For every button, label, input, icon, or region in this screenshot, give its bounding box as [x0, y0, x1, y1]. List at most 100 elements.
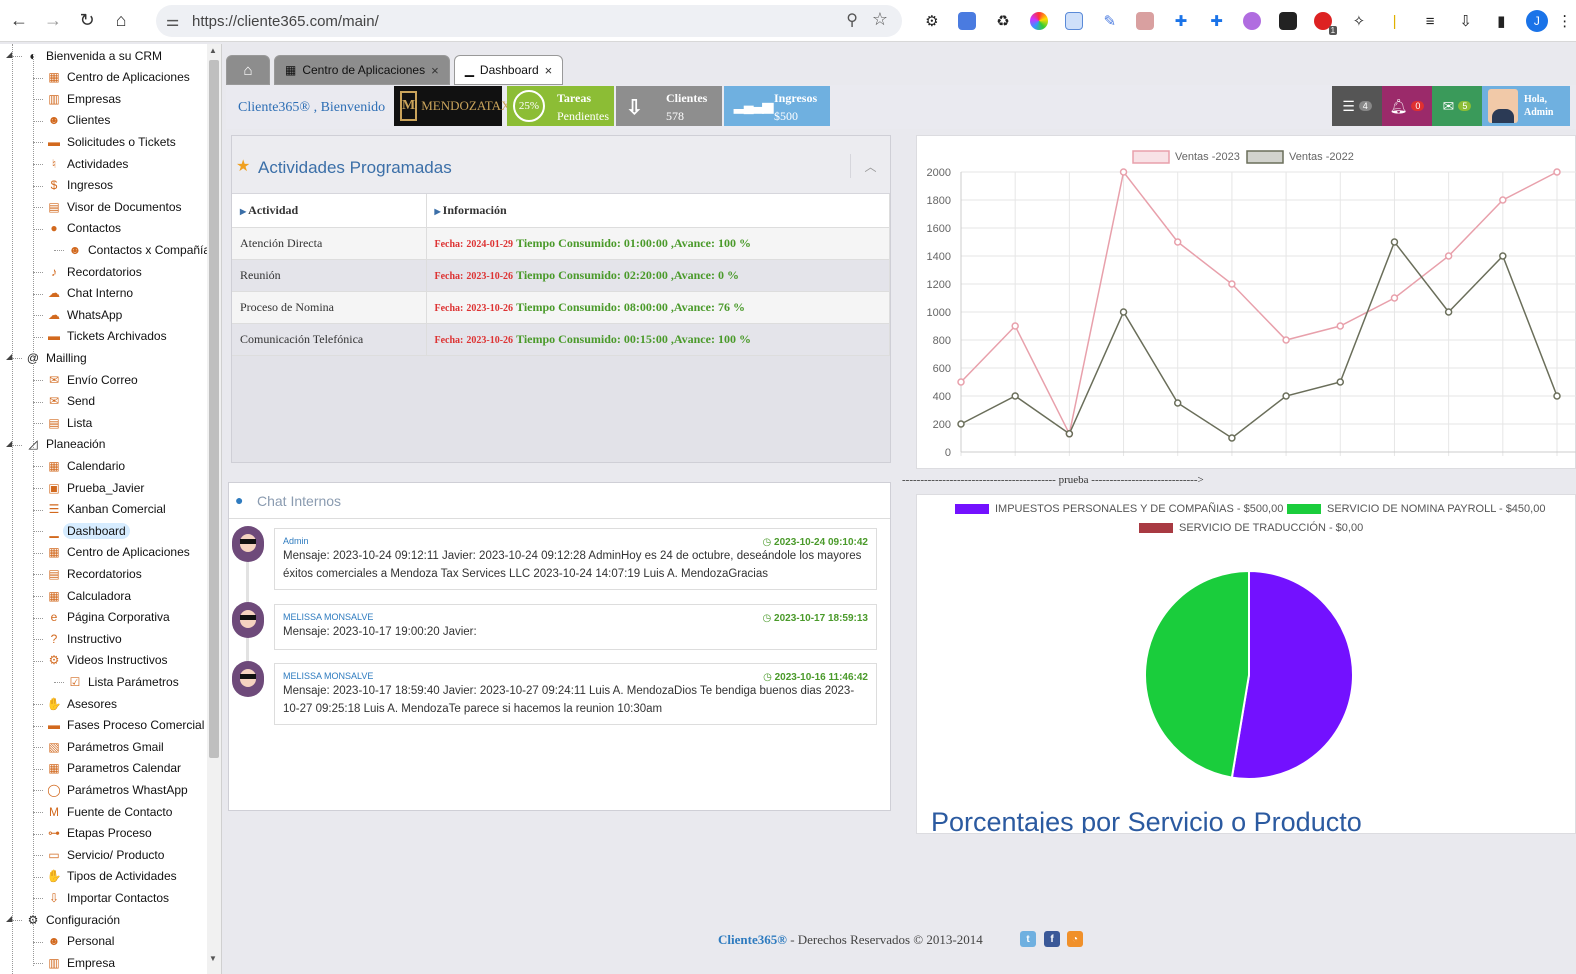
sidebar-item[interactable]: ▭ Servicio/ Producto	[47, 844, 164, 865]
sidebar-item[interactable]: ☁ WhatsApp	[47, 304, 122, 325]
home-icon[interactable]: ⌂	[106, 6, 136, 36]
sidebar-item[interactable]: ✋ Asesores	[47, 693, 118, 714]
extension-puzzle-blue2-icon[interactable]: ✚	[1199, 7, 1235, 35]
browser-menu-icon[interactable]: ⋮	[1555, 7, 1575, 35]
sidebar-item[interactable]: ☻ Clientes	[47, 110, 111, 131]
ingresos-tile[interactable]: ▂▄▃▅ Ingresos $500	[724, 86, 830, 126]
sidebar-item[interactable]: ☻ Contactos x Compañía	[68, 239, 210, 260]
sidebar-item[interactable]: ▦ Calculadora	[47, 585, 131, 606]
pie-slice[interactable]	[1230, 569, 1354, 780]
back-arrow-icon[interactable]: ←	[4, 6, 34, 36]
sidebar-item[interactable]: ▥ Empresa	[47, 952, 115, 973]
sidebar-item[interactable]: ☁ Chat Interno	[47, 283, 133, 304]
scroll-up-arrow-icon[interactable]: ▲	[209, 46, 217, 55]
alerts-button[interactable]: 🔔︎ 0	[1382, 86, 1432, 126]
side-panel-icon[interactable]: ▮	[1484, 7, 1520, 35]
extensions-puzzle-icon[interactable]: ✧	[1341, 7, 1377, 35]
extension-recycle-icon[interactable]: ♻	[985, 7, 1021, 35]
extension-puzzle-blue-icon[interactable]: ✚	[1163, 7, 1199, 35]
user-menu[interactable]: Hola, Admin	[1482, 86, 1570, 126]
sidebar-item[interactable]: ◐ Bienvenida a su CRM	[26, 45, 162, 66]
facebook-icon[interactable]: f	[1044, 931, 1060, 947]
sidebar-item[interactable]: ☻ Personal	[47, 931, 115, 952]
sidebar-item[interactable]: ▣ Prueba_Javier	[47, 477, 144, 498]
column-header-activity[interactable]: ▶ Actividad	[232, 194, 427, 228]
sidebar-item[interactable]: ✉ Send	[47, 391, 95, 412]
collapse-chevron-up-icon[interactable]: ︿	[850, 154, 890, 178]
extension-record-icon[interactable]: 1	[1306, 7, 1342, 35]
sidebar-item[interactable]: ▦ Parametros Calendar	[47, 758, 181, 779]
sidebar-item[interactable]: ◿ Planeación	[26, 434, 105, 455]
table-row[interactable]: Reunión Fecha: 2023-10-26 Tiempo Consumid…	[232, 259, 890, 292]
footer-brand[interactable]: Cliente365®	[718, 932, 787, 947]
sidebar-item[interactable]: ▁ Dashboard	[47, 520, 130, 541]
address-bar[interactable]: ⚌ https://cliente365.com/main/ ⚲ ☆	[156, 5, 902, 37]
rss-icon[interactable]: ◔	[1067, 931, 1083, 947]
bookmark-star-icon[interactable]: ☆	[872, 9, 888, 30]
forward-arrow-icon[interactable]: →	[38, 6, 68, 36]
download-icon[interactable]: ⇩	[1448, 7, 1484, 35]
sidebar-item[interactable]: ▥ Empresas	[47, 88, 121, 109]
sidebar-item[interactable]: $ Ingresos	[47, 175, 113, 196]
sidebar-item[interactable]: ☑ Lista Parámetros	[68, 671, 179, 692]
sidebar-item[interactable]: ▬ Solicitudes o Tickets	[47, 131, 176, 152]
close-icon[interactable]: ×	[545, 63, 553, 78]
tab-home[interactable]: ⌂	[226, 55, 270, 85]
sidebar-item[interactable]: ⊶ Etapas Proceso	[47, 823, 152, 844]
close-icon[interactable]: ×	[431, 63, 439, 78]
pie-slice[interactable]	[1144, 569, 1250, 779]
sidebar-item[interactable]: ♮ Actividades	[47, 153, 129, 174]
tasks-button[interactable]: ☰ 4	[1332, 86, 1382, 126]
sidebar-item[interactable]: ✋ Tipos de Actividades	[47, 866, 177, 887]
table-row[interactable]: Comunicación Telefónica Fecha: 2023-10-26…	[232, 323, 890, 356]
extension-document-icon[interactable]	[1056, 7, 1092, 35]
extension-color-icon[interactable]	[1021, 7, 1057, 35]
sidebar-item[interactable]: ▦ Centro de Aplicaciones	[47, 67, 189, 88]
sidebar-item[interactable]: ▬ Fases Proceso Comercial	[47, 715, 204, 736]
reload-icon[interactable]: ↻	[72, 6, 102, 36]
tab-centro-aplicaciones[interactable]: ▦ Centro de Aplicaciones ×	[274, 55, 450, 85]
sidebar-item[interactable]: ⚙ Configuración	[26, 909, 120, 930]
sidebar-item[interactable]: ♪ Recordatorios	[47, 261, 142, 282]
reading-list-icon[interactable]: ≡	[1412, 7, 1448, 35]
chat-message[interactable]: MELISSA MONSALVE ◷ 2023-10-17 18:59:13 Men…	[274, 604, 877, 650]
extension-z-icon[interactable]	[1270, 7, 1306, 35]
sidebar-item[interactable]: ◯ Parámetros WhastApp	[47, 779, 187, 800]
sidebar-item[interactable]: e Página Corporativa	[47, 607, 170, 628]
table-row[interactable]: Atención Directa Fecha: 2024-01-29 Tiempo…	[232, 227, 890, 260]
sidebar-item[interactable]: ▤ Recordatorios	[47, 563, 141, 584]
sidebar-item[interactable]: ⇩ Importar Contactos	[47, 887, 169, 908]
sidebar-item[interactable]: ⚙ Videos Instructivos	[47, 650, 168, 671]
sidebar-item[interactable]: M Fuente de Contacto	[47, 801, 172, 822]
sidebar-item[interactable]: ? Instructivo	[47, 628, 122, 649]
sidebar-item[interactable]: ▬ Tickets Archivados	[47, 326, 167, 347]
extension-clip-icon[interactable]: ✎	[1092, 7, 1128, 35]
zoom-icon[interactable]: ⚲	[846, 10, 858, 30]
twitter-icon[interactable]: t	[1020, 931, 1036, 947]
table-row[interactable]: Proceso de Nomina Fecha: 2023-10-26 Tiemp…	[232, 291, 890, 324]
extension-gear-icon[interactable]: ⚙	[914, 7, 950, 35]
sidebar-item[interactable]: ▧ Parámetros Gmail	[47, 736, 163, 757]
profile-avatar[interactable]: J	[1519, 7, 1555, 35]
sidebar-item[interactable]: ● Contactos	[47, 218, 121, 239]
tab-dashboard[interactable]: ▁ Dashboard ×	[453, 55, 564, 85]
sidebar-item[interactable]: ▤ Lista	[47, 412, 92, 433]
chat-message[interactable]: MELISSA MONSALVE ◷ 2023-10-16 11:46:42 Men…	[274, 663, 877, 725]
sidebar-item[interactable]: ☰ Kanban Comercial	[47, 499, 166, 520]
sidebar-item[interactable]: @ Mailling	[26, 347, 87, 368]
sidebar-item[interactable]: ▦ Calendario	[47, 455, 125, 476]
tareas-tile[interactable]: 25% Tareas Pendientes	[507, 86, 614, 126]
extension-translate-icon[interactable]	[950, 7, 986, 35]
chat-message[interactable]: Admin ◷ 2023-10-24 09:10:42 Mensaje: 2023-…	[274, 528, 877, 590]
sidebar-item[interactable]: ▦ Centro de Aplicaciones	[47, 542, 189, 563]
scroll-down-arrow-icon[interactable]: ▼	[209, 954, 217, 963]
extension-image-icon[interactable]	[1128, 7, 1164, 35]
sidebar-item[interactable]: ▤ Visor de Documentos	[47, 196, 181, 217]
column-header-info[interactable]: ▶ Información	[426, 194, 890, 228]
sidebar-scrollbar-thumb[interactable]	[209, 60, 219, 758]
site-settings-icon[interactable]: ⚌	[166, 12, 179, 30]
sidebar-item[interactable]: ✉ Envío Correo	[47, 369, 138, 390]
mail-button[interactable]: ✉ 5	[1432, 86, 1482, 126]
extension-brain-icon[interactable]	[1234, 7, 1270, 35]
clientes-tile[interactable]: ⇩ Clientes 578	[616, 86, 722, 126]
